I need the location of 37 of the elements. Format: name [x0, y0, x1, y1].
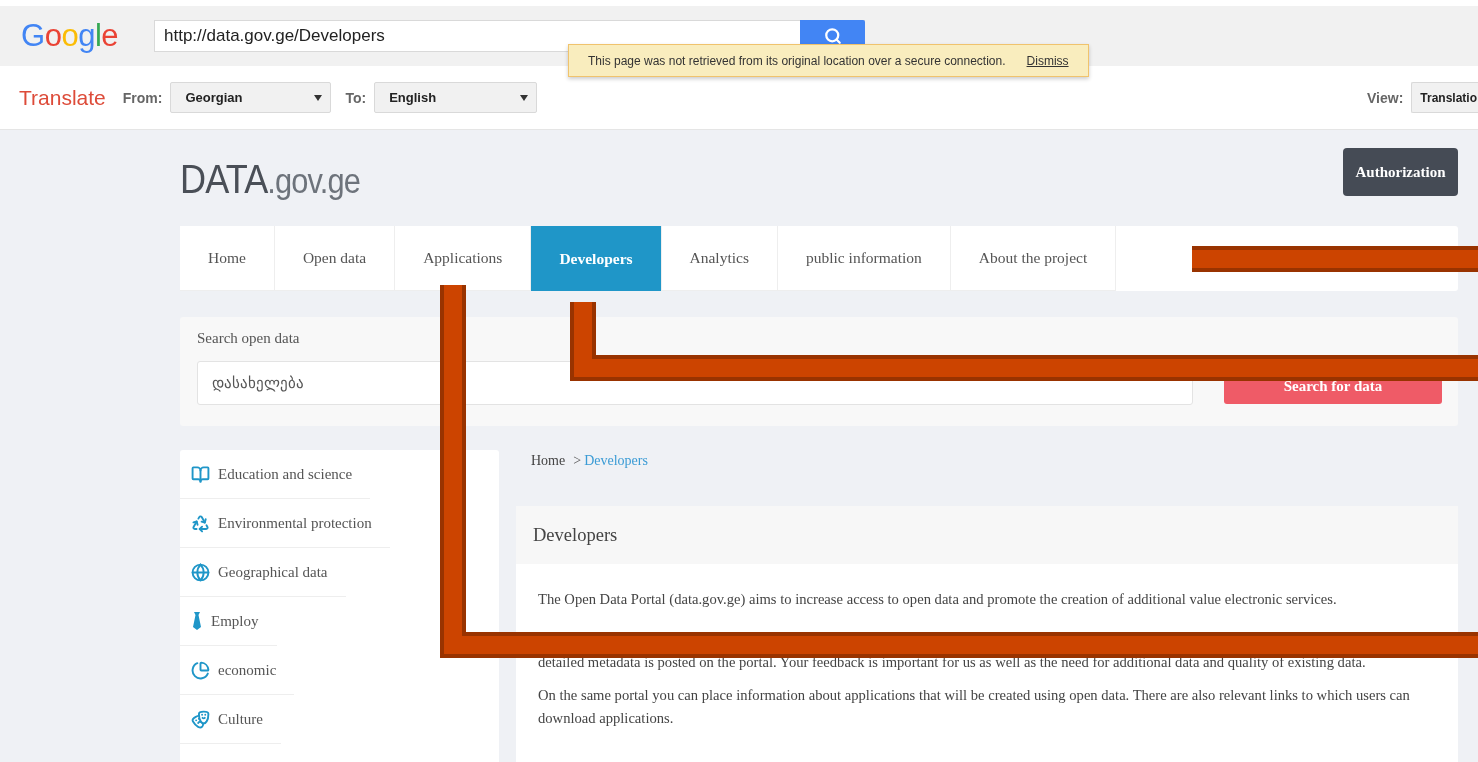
theater-masks-icon: [191, 709, 210, 729]
category-item[interactable]: economic: [180, 646, 295, 695]
article-title: Developers: [533, 525, 619, 546]
from-language-select[interactable]: Georgian: [170, 82, 332, 113]
breadcrumb-link[interactable]: Home: [531, 453, 566, 506]
pie-chart-icon: [191, 660, 210, 680]
view-select[interactable]: Translatio: [1411, 82, 1478, 113]
nav-tab[interactable]: Open data: [274, 226, 396, 291]
recycle-icon: [191, 513, 210, 533]
notice-text: This page was not retrieved from its original location over a secure connection.: [588, 53, 1006, 68]
category-item[interactable]: Culture: [180, 695, 281, 744]
article-paragraph: The Open Data Portal (data.gov.ge) aims to increase access to open data and promote the creation of additional value electronic services.: [538, 590, 1338, 609]
site-logo[interactable]: DATA.gov.ge: [180, 156, 360, 203]
search-label: Search open data: [197, 330, 301, 347]
globe-icon: [191, 562, 210, 582]
category-item[interactable]: Employ: [180, 597, 277, 646]
authorization-button[interactable]: Authorization: [1343, 148, 1458, 196]
to-label: To:: [345, 89, 367, 106]
nav-tab[interactable]: About the project: [950, 226, 1117, 291]
caret-icon: [520, 94, 529, 101]
breadcrumb-separator: >: [573, 453, 582, 470]
dismiss-link[interactable]: Dismiss: [1026, 53, 1069, 68]
from-label: From:: [122, 89, 163, 106]
category-item[interactable]: Environmental protection: [180, 499, 390, 548]
nav-tab[interactable]: public information: [777, 226, 951, 291]
category-item[interactable]: Education and science: [180, 450, 371, 499]
to-language-select[interactable]: English: [374, 82, 538, 113]
caret-icon: [314, 94, 323, 101]
book-icon: [191, 464, 210, 484]
translate-title: Translate: [19, 85, 106, 110]
nav-tab[interactable]: Analytics: [661, 226, 778, 291]
nav-tab[interactable]: Home: [180, 226, 275, 291]
nav-tab[interactable]: Applications: [395, 226, 532, 291]
view-label: View:: [1367, 89, 1404, 106]
category-item[interactable]: Geographical data: [180, 548, 346, 597]
article-paragraph: On the same portal you can place information about applications that will be created using open data. There are also relevant links to which users can download applications.: [538, 686, 1411, 728]
tie-icon: [191, 611, 203, 631]
